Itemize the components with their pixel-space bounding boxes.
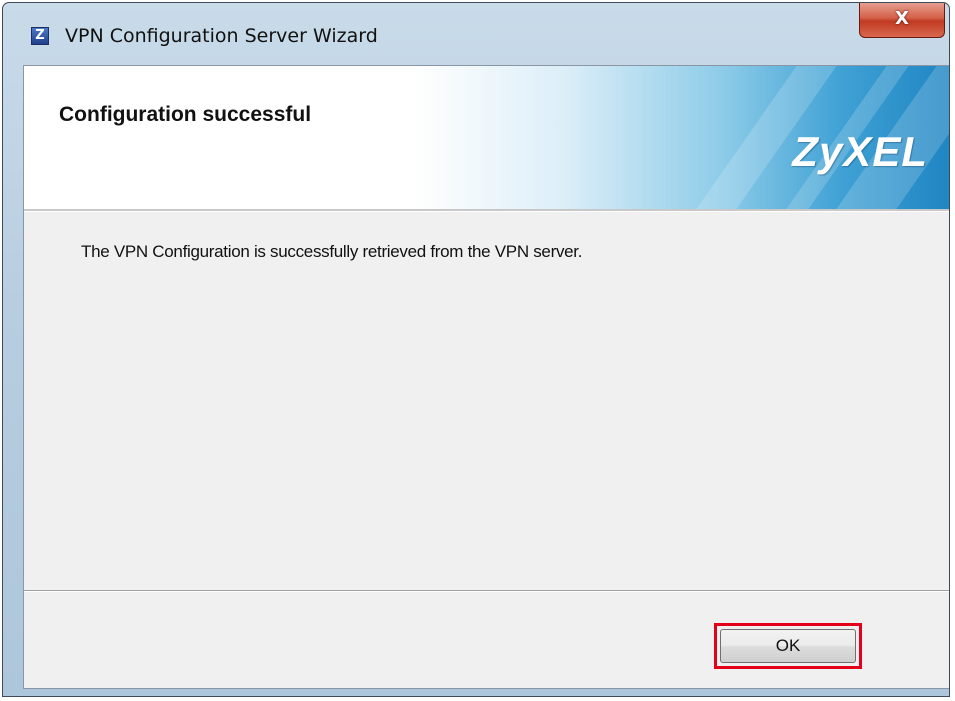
title-bar[interactable]: Z VPN Configuration Server Wizard X — [3, 3, 949, 61]
zyxel-z-icon: Z — [31, 27, 49, 45]
close-button[interactable]: X — [859, 3, 945, 38]
header-divider — [24, 209, 949, 212]
page-title: Configuration successful — [59, 103, 312, 126]
ok-button[interactable]: OK — [720, 629, 856, 663]
status-message: The VPN Configuration is successfully re… — [81, 242, 583, 261]
wizard-header: Configuration successful ZyXEL — [24, 66, 949, 209]
wizard-window: Z VPN Configuration Server Wizard X Conf… — [2, 2, 950, 697]
footer-divider — [24, 590, 949, 592]
zyxel-logo: ZyXEL — [792, 128, 928, 175]
close-icon: X — [895, 8, 909, 29]
wizard-content: Configuration successful ZyXEL The VPN C… — [23, 65, 949, 689]
window-title: VPN Configuration Server Wizard — [65, 25, 378, 47]
